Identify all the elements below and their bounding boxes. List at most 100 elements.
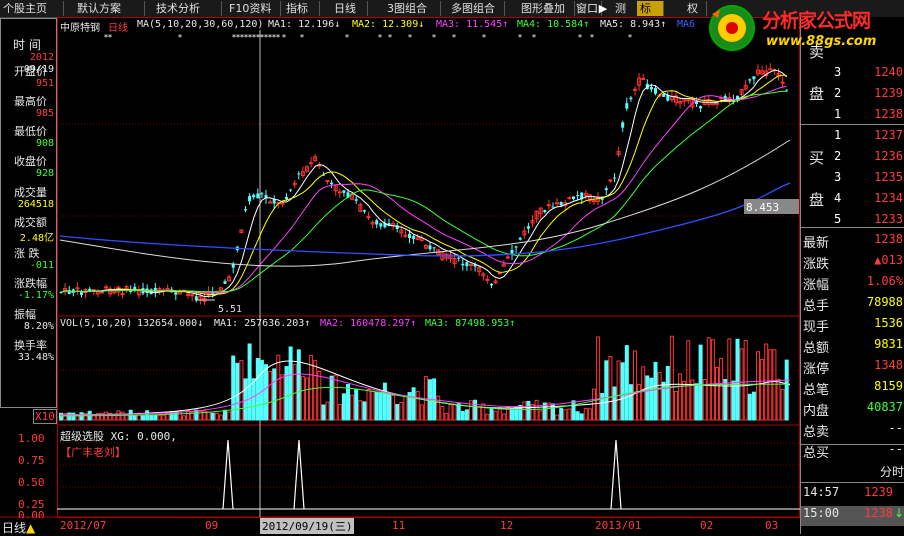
volume-bar bbox=[337, 403, 342, 421]
stat-row: 现手 1536 bbox=[801, 316, 904, 336]
buy-order-price: 1236 bbox=[874, 149, 903, 163]
volume-bar bbox=[317, 370, 322, 421]
volume-bar bbox=[452, 403, 457, 421]
panel-divider bbox=[801, 227, 904, 228]
volume-bar bbox=[546, 402, 551, 421]
date-cursor-label: 2012/09/19(三) bbox=[260, 518, 355, 534]
date-tick-5: 2013/01 bbox=[595, 519, 642, 532]
info-label-6: 涨 跌 bbox=[14, 247, 40, 260]
volume-bar bbox=[645, 375, 650, 421]
volume-bar bbox=[538, 410, 543, 421]
candle-body bbox=[780, 81, 785, 84]
volume-bar bbox=[698, 344, 703, 421]
buy-order-price: 1233 bbox=[874, 212, 903, 226]
volume-bar bbox=[530, 403, 535, 421]
sell-order-row[interactable]: 3 1240 bbox=[801, 65, 904, 85]
candle-body bbox=[354, 199, 358, 201]
volume-bar bbox=[321, 404, 326, 421]
stock-period: 日线 bbox=[108, 23, 128, 34]
candle-body bbox=[174, 292, 178, 295]
indicator-tag: 【广丰老刘】 bbox=[60, 446, 126, 459]
stat-label: 涨跌 bbox=[803, 257, 830, 272]
panel-divider bbox=[801, 124, 904, 125]
stat-label: 总卖 bbox=[803, 425, 830, 440]
toolbar-technical-analysis[interactable]: 技术分析 bbox=[153, 1, 222, 16]
sell-order-level: 1 bbox=[834, 107, 842, 121]
stat-row: 涨停 1348 bbox=[801, 358, 904, 378]
candle-body bbox=[546, 204, 551, 207]
toolbar-stock-home[interactable]: 个股主页 bbox=[0, 1, 64, 16]
toolbar-indicator[interactable]: 指标 bbox=[283, 1, 320, 16]
info-label-0: 开盘价 bbox=[14, 65, 47, 78]
volume-bar bbox=[448, 404, 453, 421]
indicator-spike bbox=[610, 439, 622, 510]
buy-order-row[interactable]: 1 1237 bbox=[801, 128, 904, 148]
volume-bar bbox=[780, 389, 785, 421]
volume-bar bbox=[510, 408, 514, 421]
volume-bars bbox=[59, 335, 789, 421]
stat-label: 内盘 bbox=[803, 404, 830, 419]
volume-bar bbox=[674, 390, 678, 421]
volume-bar bbox=[571, 400, 576, 421]
toolbar-3-charts[interactable]: 3图组合 bbox=[384, 1, 441, 16]
volume-bar bbox=[489, 407, 494, 421]
date-tick-1: 2012/07 bbox=[60, 519, 107, 532]
volume-bar bbox=[575, 411, 580, 421]
vol-value: 132654.000↓ bbox=[137, 318, 204, 329]
toolbar-overlay[interactable]: 图形叠加 bbox=[518, 1, 575, 16]
buy-order-row[interactable]: 4 1234 bbox=[801, 191, 904, 211]
volume-bar bbox=[776, 378, 781, 421]
volume-bar bbox=[460, 411, 465, 421]
volume-bar bbox=[214, 412, 219, 421]
volume-bar bbox=[362, 401, 367, 421]
date-tick-2: 09 bbox=[205, 519, 219, 532]
tick-row: 14:57 1239 bbox=[801, 485, 904, 505]
candle-body bbox=[190, 294, 195, 297]
buy-order-row[interactable]: 5 1233 bbox=[801, 212, 904, 232]
volume-bar bbox=[132, 414, 137, 421]
vol-ma2-line bbox=[59, 373, 791, 416]
info-label-4: 成交量 bbox=[14, 186, 47, 199]
stat-value: 78988 bbox=[866, 295, 903, 309]
buy-order-row[interactable]: 3 1235 bbox=[801, 170, 904, 190]
volume-bar bbox=[440, 406, 445, 421]
volume-bar bbox=[514, 406, 519, 421]
toolbar-daily[interactable]: 日线 bbox=[331, 1, 368, 16]
vol-ma1-line bbox=[59, 360, 791, 416]
period-button[interactable]: 日线▲ bbox=[2, 519, 35, 536]
info-value-4: 264518 bbox=[17, 199, 54, 210]
candle-body bbox=[514, 246, 518, 248]
volume-bar bbox=[251, 378, 256, 421]
order-book-panel: 卖 盘 买 盘 3 1240 2 1239 1 1238 1 1237 2 1236 3 1235 4… bbox=[800, 17, 904, 534]
volume-bar bbox=[288, 346, 293, 421]
candle-body bbox=[366, 216, 371, 219]
play-icon[interactable]: ▶ bbox=[596, 1, 610, 16]
star-marker: * bbox=[282, 33, 286, 42]
toolbar-multi-charts[interactable]: 多图组合 bbox=[448, 1, 505, 16]
star-marker: * bbox=[590, 33, 594, 42]
volume-bar bbox=[206, 411, 211, 421]
buy-order-row[interactable]: 2 1236 bbox=[801, 149, 904, 169]
volume-bar bbox=[415, 391, 420, 421]
indicator-spike bbox=[222, 439, 234, 510]
date-tick-6: 02 bbox=[700, 519, 714, 532]
sell-order-row[interactable]: 2 1239 bbox=[801, 86, 904, 106]
volume-bar bbox=[649, 377, 654, 421]
volume-bar bbox=[120, 411, 125, 421]
indicator-ytick-3: 0.50 bbox=[18, 476, 45, 489]
stat-label: 现手 bbox=[803, 320, 830, 335]
toolbar-default-scheme[interactable]: 默认方案 bbox=[74, 1, 145, 16]
x10-button[interactable]: X10 bbox=[33, 409, 57, 424]
volume-bar bbox=[665, 365, 670, 421]
toolbar-mark[interactable]: 标 bbox=[637, 1, 664, 16]
toolbar-f10[interactable]: F10资料 bbox=[226, 1, 281, 16]
stat-label: 涨停 bbox=[803, 362, 830, 377]
volume-bar bbox=[227, 411, 232, 421]
ma-line bbox=[60, 69, 788, 298]
volume-bar bbox=[583, 408, 588, 421]
vol-ma2: MA2: 160478.297↑ bbox=[320, 318, 417, 329]
volume-bar bbox=[715, 366, 719, 421]
star-marker: * bbox=[345, 33, 349, 42]
volume-bar bbox=[333, 374, 338, 421]
volume-bar bbox=[669, 335, 674, 421]
